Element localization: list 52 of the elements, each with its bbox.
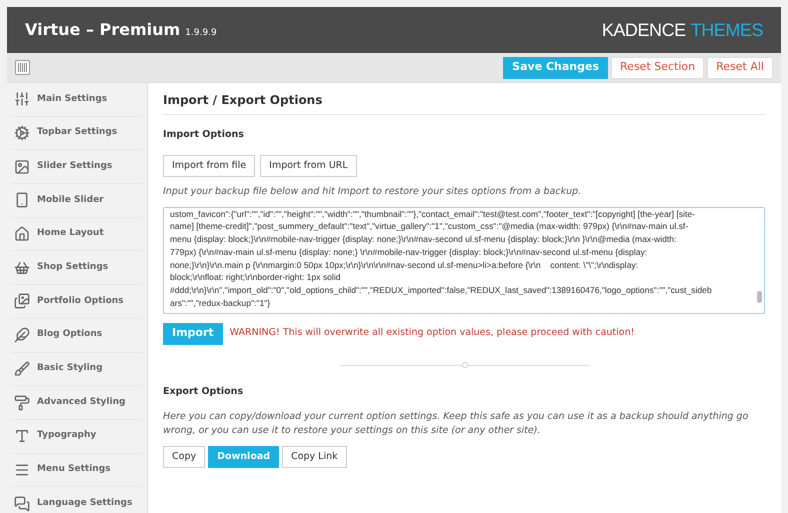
version-number: 1.9.9.9 [185, 27, 217, 40]
brush-icon [14, 360, 30, 377]
images-icon [14, 293, 30, 310]
sidebar-item[interactable]: Portfolio Options [11, 285, 143, 319]
menu-icon [14, 462, 30, 478]
textarea-line: ustom_favicon":{"url":"","id":"","height":"","width":"","thumbnail":""},"contact_email":"test@test.com","footer_text":"[copyright] [the-year] [site- [170, 208, 696, 220]
textarea-line: #ddd;\r\n}\r\n","import_old":"0","old_options_child":"","REDUX_imported":false,"REDUX_last_saved":1389160476,"logo_options":"","cust_sideb [170, 284, 713, 298]
sidebar-item[interactable]: Topbar Settings [11, 116, 143, 150]
import-hint: Input your backup file below and hit Import to restore your sites options from a backup. [163, 185, 582, 200]
sidebar-item[interactable]: Blog Options [11, 318, 143, 352]
sidebar-item[interactable]: Basic Styling [11, 352, 143, 386]
theme-title: Virtue – Premium [25, 19, 180, 41]
logo-text: KADENCE [602, 18, 686, 42]
sidebar-item[interactable]: Advanced Styling [11, 386, 143, 420]
textarea-line: block;\r\nfloat: right;\r\nborder-right: 1px solid [170, 271, 342, 284]
panel-toggle-icon[interactable] [15, 60, 30, 75]
textarea-line: none;}\r\n}\r\n.main p {\r\nmargin:0 50px 10px;\r\n}\r\n\r\n#nav-second ul.sf-menu>li>a:before {\r\n content: \"\";\r\ndisplay: [170, 258, 640, 272]
basket-icon [14, 260, 30, 276]
textarea-line: 779px) {\r\n#nav-main ul.sf-menu {display: none;} \r\n#mobile-nav-trigger {display: block;}\r\n#nav-second ul.sf-menu {display: [170, 246, 648, 259]
backup-textarea[interactable] [163, 206, 765, 314]
sidebar-item[interactable]: Main Settings [11, 83, 143, 117]
section-heading: Export Options [163, 384, 244, 398]
image-icon [14, 158, 30, 175]
phone-icon [14, 192, 30, 208]
sidebar-item[interactable]: Language Settings [11, 487, 143, 513]
paint-roller-icon [14, 394, 30, 411]
export-description: Here you can copy/download your current option settings. Keep this safe as you can use it as a backup should anything go wrong, or you can use it to restore your settings on this site (or any other site). [163, 410, 750, 438]
chat-bubbles-icon [14, 496, 30, 512]
textarea-line: name] [theme-credit]","post_summery_default":"text","virtue_gallery":"1","custom_css":"@media (max-width: 979px) {\r\n#nav-main ul.sf- [170, 220, 690, 234]
textarea-line: ars":"","redux-backup":"1"} [170, 297, 272, 310]
warning-text: WARNING! This will overwrite all existing option values, please proceed with caution! [230, 326, 634, 340]
import-button[interactable]: Import from URL [260, 155, 357, 178]
typography-icon [14, 428, 30, 444]
sidebar-item[interactable]: Typography [11, 420, 143, 454]
textarea-line: menu {display: block;}\r\n#mobile-nav-trigger {display: none;}\r\n#nav-second ul.sf-menu {display: block;}\r\n }\r\n@media (max-width: [170, 233, 678, 246]
sidebar-item[interactable]: Shop Settings [11, 251, 143, 286]
section-title: Import / Export Options [163, 86, 766, 115]
sidebar-item[interactable]: Home Layout [11, 218, 143, 252]
sidebar-item[interactable]: Slider Settings [11, 150, 143, 184]
logo-text: THEMES [690, 18, 763, 42]
export-button[interactable]: Copy Link [282, 446, 347, 468]
sliders-icon [14, 91, 30, 108]
toolbar-button[interactable]: Reset All [707, 56, 773, 78]
gear-icon [14, 125, 30, 142]
sidebar-item[interactable]: Menu Settings [11, 454, 143, 488]
section-heading: Import Options [163, 128, 245, 142]
house-icon [14, 226, 30, 242]
toolbar-button[interactable]: Reset Section [611, 56, 704, 78]
export-button[interactable]: Copy [163, 446, 206, 468]
sidebar-item[interactable]: Mobile Slider [11, 184, 143, 218]
feather-icon [14, 327, 30, 344]
import-button[interactable]: Import from file [163, 155, 256, 178]
